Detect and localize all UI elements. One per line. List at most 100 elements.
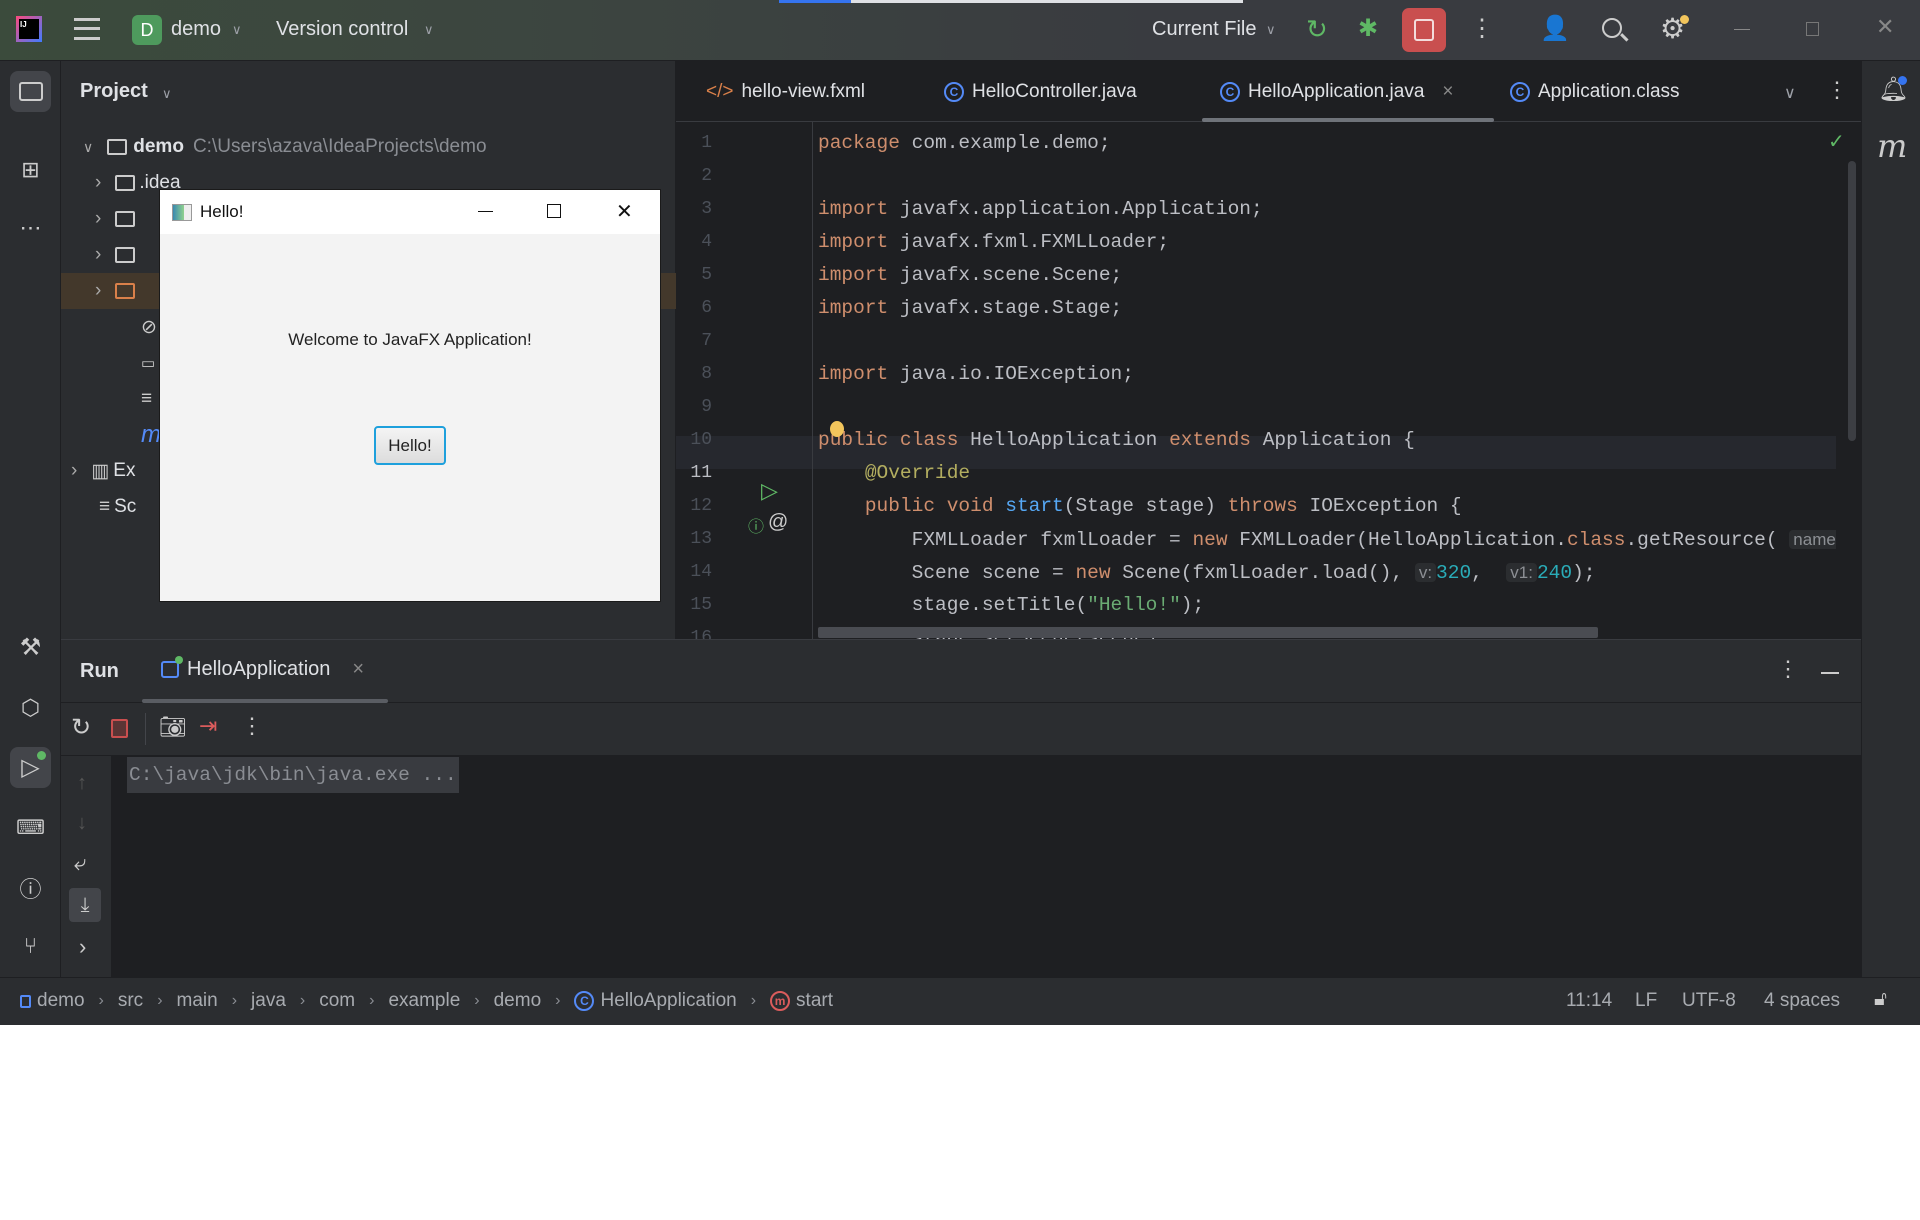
breadcrumb-item[interactable]: com bbox=[319, 990, 355, 1012]
console-output[interactable]: C:\java\jdk\bin\java.exe ... bbox=[127, 757, 459, 793]
code-token: Scene(fxmlLoader.load(), bbox=[1110, 562, 1415, 584]
code-line[interactable]: import javafx.fxml.FXMLLoader; bbox=[818, 226, 1169, 259]
main-menu-icon[interactable] bbox=[74, 18, 100, 40]
run-gutter-icon[interactable]: ▷ bbox=[761, 478, 778, 504]
class-icon: C bbox=[574, 991, 595, 1011]
search-icon[interactable] bbox=[1602, 18, 1629, 42]
module-folder-icon bbox=[107, 139, 128, 155]
tab-hello-application[interactable]: C HelloApplication.java × bbox=[1220, 61, 1454, 122]
code-line[interactable]: package com.example.demo; bbox=[818, 127, 1111, 160]
more-actions-icon[interactable]: ⋮ bbox=[1470, 14, 1494, 43]
more-icon[interactable]: ⋮ bbox=[241, 713, 263, 739]
folder-icon bbox=[115, 175, 136, 191]
build-icon[interactable]: ⚒ bbox=[10, 627, 51, 668]
hide-panel-icon[interactable] bbox=[1821, 672, 1839, 674]
file-encoding[interactable]: UTF-8 bbox=[1682, 990, 1736, 1012]
run-tab-hello-application[interactable]: HelloApplication × bbox=[161, 656, 364, 681]
rerun-icon[interactable]: ↻ bbox=[1306, 14, 1328, 45]
code-token: javafx.application.Application; bbox=[888, 198, 1263, 220]
scroll-to-end-icon[interactable]: ⤓ bbox=[69, 888, 101, 922]
code-line[interactable]: public void start(Stage stage) throws IO… bbox=[818, 490, 1462, 523]
code-area[interactable]: package com.example.demo; import javafx.a… bbox=[676, 127, 1836, 639]
maven-tool-icon[interactable]: m bbox=[1877, 127, 1907, 165]
more-tools-icon[interactable]: ⋯ bbox=[10, 207, 51, 248]
stop-icon[interactable] bbox=[111, 719, 128, 738]
code-line[interactable]: import javafx.application.Application; bbox=[818, 193, 1263, 226]
run-config-selector[interactable]: Current File bbox=[1152, 18, 1256, 41]
code-token: import bbox=[818, 297, 889, 319]
git-icon[interactable]: ⑂ bbox=[10, 925, 51, 966]
code-token: javafx.scene.Scene; bbox=[888, 264, 1123, 286]
caret-position[interactable]: 11:14 bbox=[1566, 990, 1612, 1012]
code-line[interactable]: @Override bbox=[818, 457, 970, 490]
services-icon[interactable]: ⬡ bbox=[10, 687, 51, 728]
breadcrumb-item[interactable]: src bbox=[118, 990, 143, 1012]
code-line[interactable]: import javafx.stage.Stage; bbox=[818, 292, 1122, 325]
maximize-icon[interactable] bbox=[547, 204, 561, 218]
version-control-menu[interactable]: Version control bbox=[276, 18, 408, 41]
tab-hello-controller[interactable]: C HelloController.java bbox=[944, 61, 1137, 122]
run-tool-icon[interactable]: ▷ bbox=[10, 747, 51, 788]
breadcrumb-item[interactable]: HelloApplication bbox=[600, 990, 736, 1012]
scroll-up-icon[interactable]: ↑ bbox=[77, 772, 87, 795]
tab-application-class[interactable]: C Application.class bbox=[1510, 61, 1680, 122]
breadcrumb-item[interactable]: main bbox=[177, 990, 218, 1012]
breadcrumb-item[interactable]: demo bbox=[37, 990, 85, 1012]
horizontal-scrollbar[interactable] bbox=[818, 627, 1598, 638]
scroll-down-icon[interactable]: ↓ bbox=[77, 812, 87, 835]
chevron-right-icon: › bbox=[299, 992, 306, 1009]
annotation-gutter-icon[interactable]: @ bbox=[768, 511, 788, 534]
chevron-right-icon: › bbox=[474, 992, 480, 1009]
structure-icon[interactable]: ⊞ bbox=[10, 149, 51, 190]
hello-button[interactable]: Hello! bbox=[374, 426, 446, 465]
code-line[interactable]: public class HelloApplication extends Ap… bbox=[818, 424, 1415, 457]
restore-icon[interactable] bbox=[1806, 22, 1819, 36]
vertical-scrollbar[interactable] bbox=[1848, 161, 1856, 441]
debug-icon[interactable]: ✱ bbox=[1358, 14, 1378, 43]
close-window-icon[interactable]: ✕ bbox=[1876, 14, 1894, 40]
code-line[interactable]: import java.io.IOException; bbox=[818, 358, 1134, 391]
tab-hello-view-fxml[interactable]: </> hello-view.fxml bbox=[706, 61, 865, 122]
breadcrumb-item[interactable]: example bbox=[388, 990, 460, 1012]
project-avatar[interactable]: D bbox=[132, 15, 162, 45]
run-tab-close-button[interactable]: × bbox=[352, 658, 364, 681]
project-panel-title[interactable]: Project bbox=[80, 80, 148, 103]
chevron-right-icon: › bbox=[95, 208, 102, 229]
problems-icon[interactable]: ⓘ bbox=[10, 867, 51, 908]
soft-wrap-icon[interactable]: ⤶ bbox=[74, 850, 86, 876]
code-token: HelloApplication bbox=[958, 429, 1170, 451]
tabs-dropdown-icon[interactable]: ∨ bbox=[1784, 83, 1796, 103]
breadcrumb-item[interactable]: start bbox=[796, 990, 833, 1012]
code-line[interactable]: FXMLLoader fxmlLoader = new FXMLLoader(H… bbox=[818, 523, 1836, 556]
stop-button[interactable] bbox=[1402, 8, 1446, 52]
code-line[interactable]: Scene scene = new Scene(fxmlLoader.load(… bbox=[818, 556, 1596, 589]
project-selector[interactable]: demo bbox=[171, 18, 221, 41]
library-icon: ▥ bbox=[91, 460, 110, 482]
code-line[interactable]: import javafx.scene.Scene; bbox=[818, 259, 1122, 292]
screenshot-icon[interactable]: 📷︎ bbox=[159, 714, 187, 740]
line-ending[interactable]: LF bbox=[1635, 990, 1657, 1012]
implements-gutter-icon[interactable]: ⓘ bbox=[748, 513, 764, 537]
breadcrumb-item[interactable]: demo bbox=[494, 990, 542, 1012]
tree-root-demo[interactable]: ∨ demo C:\Users\azava\IdeaProjects\demo bbox=[61, 129, 676, 165]
tab-options-icon[interactable]: ⋮ bbox=[1826, 77, 1848, 103]
tab-close-button[interactable]: × bbox=[1442, 81, 1453, 103]
minimize-icon[interactable] bbox=[478, 211, 493, 212]
maven-icon: m bbox=[141, 421, 161, 448]
lightbulb-icon[interactable] bbox=[830, 421, 844, 437]
code-token: java.io.IOException; bbox=[888, 363, 1134, 385]
add-user-icon[interactable]: 👤 bbox=[1540, 14, 1570, 43]
code-token: throws bbox=[1227, 495, 1298, 517]
rerun-icon[interactable]: ↻ bbox=[71, 713, 91, 742]
minimize-icon[interactable] bbox=[1734, 29, 1750, 30]
exit-icon[interactable]: ⇥ bbox=[199, 713, 217, 739]
close-icon[interactable]: ✕ bbox=[616, 199, 633, 224]
expand-icon[interactable]: › bbox=[79, 934, 86, 960]
project-tool-button[interactable] bbox=[10, 71, 51, 112]
terminal-icon[interactable]: ⌨ bbox=[10, 807, 51, 848]
run-options-icon[interactable]: ⋮ bbox=[1777, 656, 1799, 682]
indent-setting[interactable]: 4 spaces bbox=[1764, 990, 1840, 1012]
code-line[interactable]: stage.setTitle("Hello!"); bbox=[818, 589, 1205, 622]
lock-icon[interactable]: 🔓︎ bbox=[1874, 988, 1887, 1011]
breadcrumb-item[interactable]: java bbox=[251, 990, 286, 1012]
